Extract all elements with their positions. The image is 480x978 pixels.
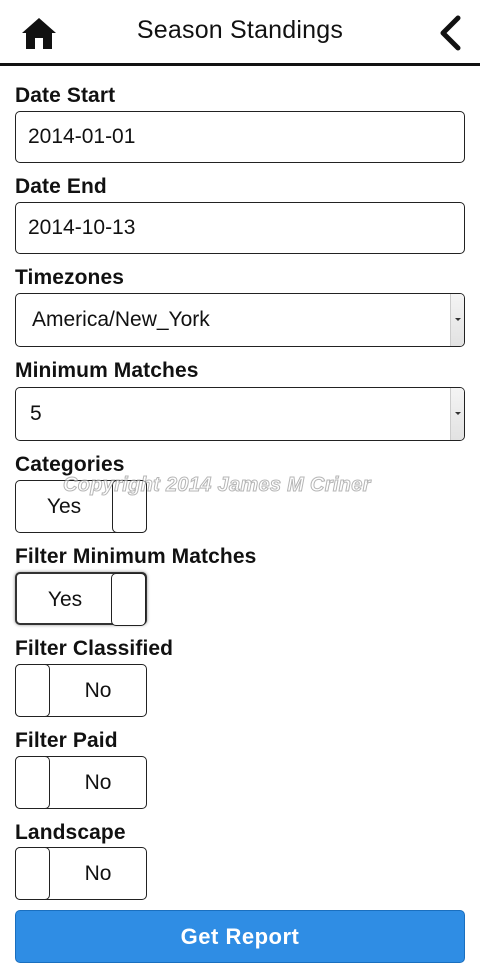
landscape-toggle-state: No	[84, 862, 112, 885]
toggle-knob[interactable]	[15, 847, 50, 900]
filter-classified-toggle[interactable]: No	[15, 664, 147, 717]
toggle-knob[interactable]	[15, 756, 50, 809]
categories-toggle[interactable]: Yes	[15, 480, 147, 533]
filter-minimum-matches-toggle[interactable]: Yes	[15, 572, 147, 626]
landscape-label: Landscape	[15, 821, 126, 844]
filter-classified-toggle-state: No	[84, 679, 112, 702]
toggle-knob[interactable]	[15, 664, 50, 717]
minimum-matches-selected-value: 5	[30, 402, 42, 425]
date-end-label: Date End	[15, 175, 107, 198]
chevron-left-icon	[440, 15, 461, 51]
toggle-knob[interactable]	[111, 573, 146, 626]
date-start-input[interactable]	[15, 111, 465, 163]
app-header: Season Standings	[0, 0, 480, 66]
categories-toggle-state: Yes	[46, 495, 82, 518]
minimum-matches-select[interactable]: 5	[15, 387, 465, 441]
back-button[interactable]	[432, 14, 468, 52]
timezone-select[interactable]: America/New_York	[15, 293, 465, 347]
get-report-button[interactable]: Get Report	[15, 910, 465, 963]
landscape-toggle[interactable]: No	[15, 847, 147, 900]
page-title: Season Standings	[136, 16, 344, 44]
dropdown-arrow-icon	[450, 294, 464, 346]
filter-paid-label: Filter Paid	[15, 729, 118, 752]
filter-paid-toggle-state: No	[84, 771, 112, 794]
filter-minimum-matches-toggle-state: Yes	[47, 588, 83, 611]
minimum-matches-label: Minimum Matches	[15, 359, 199, 382]
date-end-input[interactable]	[15, 202, 465, 254]
timezones-label: Timezones	[15, 266, 125, 289]
timezone-selected-value: America/New_York	[32, 308, 210, 331]
dropdown-arrow-icon	[450, 388, 464, 440]
filter-paid-toggle[interactable]: No	[15, 756, 147, 809]
filter-classified-label: Filter Classified	[15, 637, 174, 660]
date-start-label: Date Start	[15, 84, 116, 107]
toggle-knob[interactable]	[112, 480, 147, 533]
filter-minimum-matches-label: Filter Minimum Matches	[15, 545, 257, 568]
categories-label: Categories	[15, 453, 125, 476]
